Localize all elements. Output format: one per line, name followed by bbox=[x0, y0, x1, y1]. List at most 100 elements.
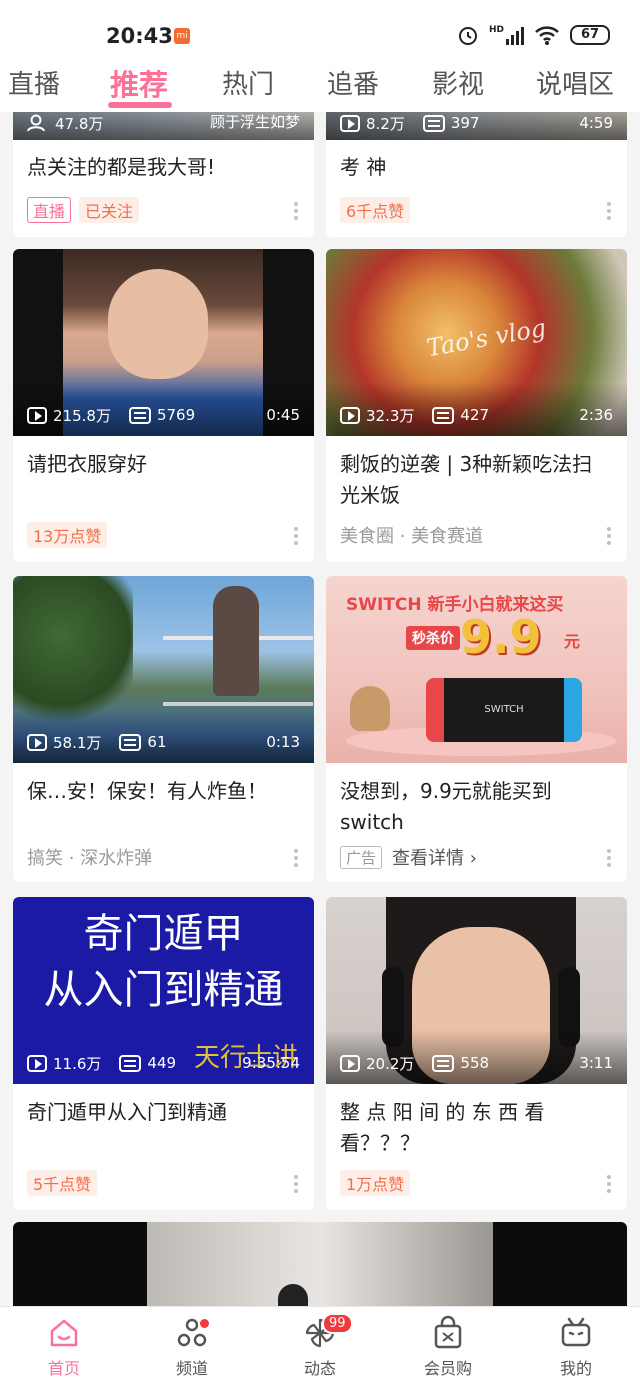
tab-rap[interactable]: 说唱区 bbox=[536, 64, 614, 101]
alarm-icon bbox=[458, 27, 477, 45]
ad-banner-price-label: 秒杀价 bbox=[406, 626, 460, 650]
ad-meta: 广告 查看详情 › bbox=[340, 844, 613, 870]
tab-recommend[interactable]: 推荐 bbox=[110, 62, 168, 104]
play-count-icon bbox=[27, 1054, 47, 1072]
card-meta: 搞笑 · 深水炸弹 bbox=[27, 844, 300, 870]
danmaku-icon bbox=[119, 1054, 142, 1072]
play-count-icon bbox=[27, 733, 47, 751]
play-count-icon bbox=[340, 1054, 360, 1072]
nav-shop[interactable]: 会员购 bbox=[408, 1315, 488, 1379]
ad-banner-price: 9.9 bbox=[460, 610, 542, 664]
video-title[interactable]: 请把衣服穿好 bbox=[27, 449, 298, 480]
nav-dynamic-label: 动态 bbox=[303, 1359, 336, 1378]
tab-live[interactable]: 直播 bbox=[8, 64, 60, 101]
danmaku-count: 5769 bbox=[156, 406, 196, 424]
nav-channel-label: 频道 bbox=[175, 1359, 208, 1378]
card-meta: 13万点赞 bbox=[27, 522, 300, 548]
danmaku-icon bbox=[432, 406, 455, 424]
more-options-icon[interactable] bbox=[607, 527, 611, 545]
tab-anime[interactable]: 追番 bbox=[327, 64, 379, 101]
video-feed[interactable]: 47.8万 顾于浮生如梦 点关注的都是我大哥! 直播 已关注 8.2万 397 … bbox=[0, 112, 640, 1306]
bottom-nav: 首页 频道 99 动态 会员购 我的 bbox=[0, 1306, 640, 1386]
play-count: 20.2万 bbox=[366, 1054, 415, 1073]
play-count-icon bbox=[27, 406, 47, 424]
more-options-icon[interactable] bbox=[607, 849, 611, 867]
more-options-icon[interactable] bbox=[294, 527, 298, 545]
nav-dynamic[interactable]: 99 动态 bbox=[280, 1313, 360, 1379]
more-options-icon[interactable] bbox=[607, 1175, 611, 1193]
play-count-icon bbox=[340, 406, 360, 424]
danmaku-count: 427 bbox=[460, 406, 490, 424]
ad-banner-device: SWITCH bbox=[444, 678, 564, 742]
status-icons: HD 67 bbox=[457, 24, 610, 46]
thumbnail-text-line2: 从入门到精通 bbox=[43, 967, 284, 1013]
video-card[interactable]: 47.8万 顾于浮生如梦 点关注的都是我大哥! 直播 已关注 bbox=[13, 112, 314, 237]
ad-banner[interactable]: SWITCH 新手小白就来这买 秒杀价 9.9 元 SWITCH bbox=[326, 576, 627, 763]
video-thumbnail[interactable]: 20.2万 558 3:11 bbox=[326, 897, 627, 1084]
nav-mine-label: 我的 bbox=[559, 1359, 592, 1378]
like-count-badge: 13万点赞 bbox=[27, 522, 108, 548]
like-count-badge: 6千点赞 bbox=[340, 197, 411, 223]
nav-home[interactable]: 首页 bbox=[24, 1315, 104, 1379]
nav-home-label: 首页 bbox=[47, 1359, 80, 1378]
nav-shop-label: 会员购 bbox=[423, 1359, 472, 1378]
danmaku-icon bbox=[432, 1054, 455, 1072]
card-meta: 美食圈 · 美食赛道 bbox=[340, 522, 613, 548]
status-time: 20:43 bbox=[106, 24, 173, 48]
video-title[interactable]: 点关注的都是我大哥! bbox=[27, 152, 298, 183]
video-card-wide[interactable] bbox=[13, 1222, 627, 1306]
video-thumbnail[interactable]: 8.2万 397 4:59 bbox=[326, 112, 627, 140]
thumbnail-overlay-text: Tao's vlog bbox=[424, 313, 549, 363]
tab-hot[interactable]: 热门 bbox=[222, 64, 274, 101]
video-tags[interactable]: 美食圈 · 美食赛道 bbox=[340, 522, 483, 548]
card-meta: 1万点赞 bbox=[340, 1170, 613, 1196]
danmaku-count: 397 bbox=[450, 114, 480, 132]
notification-dot bbox=[198, 1317, 211, 1330]
play-count: 32.3万 bbox=[366, 406, 415, 425]
nav-channel[interactable]: 频道 bbox=[152, 1315, 232, 1379]
danmaku-count: 61 bbox=[147, 733, 167, 751]
more-options-icon[interactable] bbox=[294, 202, 298, 220]
person-icon bbox=[27, 114, 45, 132]
tv-icon bbox=[561, 1317, 591, 1347]
mi-notification-icon: mi bbox=[174, 28, 190, 44]
card-meta: 直播 已关注 bbox=[27, 197, 300, 223]
ad-banner-unit: 元 bbox=[564, 632, 581, 651]
hd-label: HD bbox=[488, 25, 504, 35]
video-duration: 9:35:54 bbox=[242, 1054, 300, 1072]
ad-details-link[interactable]: 查看详情 › bbox=[392, 844, 477, 870]
followed-badge: 已关注 bbox=[79, 197, 140, 223]
video-title[interactable]: 保…安！保安！有人炸鱼！ bbox=[27, 776, 298, 807]
video-thumbnail[interactable] bbox=[13, 1222, 627, 1306]
more-options-icon[interactable] bbox=[294, 849, 298, 867]
more-options-icon[interactable] bbox=[607, 202, 611, 220]
video-title[interactable]: 整 点 阳 间 的 东 西 看 看？？？ bbox=[340, 1097, 611, 1159]
video-card[interactable]: 奇门遁甲 从入门到精通 天行士讲 11.6万 449 9:35:54 奇门遁甲从… bbox=[13, 897, 314, 1210]
video-thumbnail[interactable]: 215.8万 5769 0:45 bbox=[13, 249, 314, 436]
video-thumbnail[interactable]: 奇门遁甲 从入门到精通 天行士讲 11.6万 449 9:35:54 bbox=[13, 897, 314, 1084]
viewer-count: 47.8万 bbox=[55, 114, 104, 133]
more-options-icon[interactable] bbox=[294, 1175, 298, 1193]
video-card[interactable]: 58.1万 61 0:13 保…安！保安！有人炸鱼！ 搞笑 · 深水炸弹 bbox=[13, 576, 314, 882]
nav-mine[interactable]: 我的 bbox=[536, 1315, 616, 1379]
video-title[interactable]: 奇门遁甲从入门到精通 bbox=[27, 1097, 298, 1128]
video-tags[interactable]: 搞笑 · 深水炸弹 bbox=[27, 844, 152, 870]
video-thumbnail[interactable]: Tao's vlog 32.3万 427 2:36 bbox=[326, 249, 627, 436]
ad-card[interactable]: SWITCH 新手小白就来这买 秒杀价 9.9 元 SWITCH 没想到，9.9… bbox=[326, 576, 627, 882]
video-card[interactable]: 8.2万 397 4:59 考 神 6千点赞 bbox=[326, 112, 627, 237]
video-card[interactable]: Tao's vlog 32.3万 427 2:36 剩饭的逆袭 | 3种新颖吃法… bbox=[326, 249, 627, 562]
video-duration: 2:36 bbox=[579, 406, 613, 424]
tab-movies[interactable]: 影视 bbox=[432, 64, 484, 101]
video-thumbnail[interactable]: 47.8万 顾于浮生如梦 bbox=[13, 112, 314, 140]
ad-title[interactable]: 没想到，9.9元就能买到switch bbox=[340, 776, 611, 838]
video-card[interactable]: 20.2万 558 3:11 整 点 阳 间 的 东 西 看 看？？？ 1万点赞 bbox=[326, 897, 627, 1210]
play-count: 8.2万 bbox=[366, 114, 405, 133]
dynamic-badge: 99 bbox=[322, 1313, 353, 1334]
video-title[interactable]: 考 神 bbox=[340, 152, 611, 183]
video-duration: 4:59 bbox=[579, 114, 613, 132]
teddy-bear-image bbox=[350, 686, 390, 731]
signal-icon: HD bbox=[489, 25, 524, 45]
video-thumbnail[interactable]: 58.1万 61 0:13 bbox=[13, 576, 314, 763]
video-card[interactable]: 215.8万 5769 0:45 请把衣服穿好 13万点赞 bbox=[13, 249, 314, 562]
video-title[interactable]: 剩饭的逆袭 | 3种新颖吃法扫光米饭 bbox=[340, 449, 611, 511]
